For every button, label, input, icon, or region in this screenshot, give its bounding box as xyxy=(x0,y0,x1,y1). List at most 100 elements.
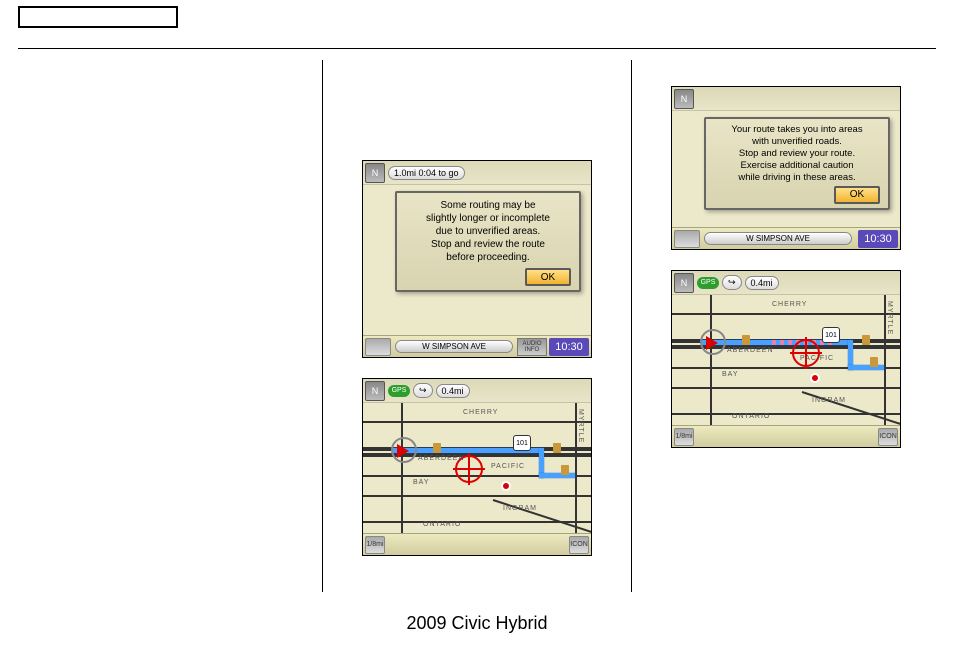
street-label: ABERDEEN xyxy=(727,347,774,354)
arrow-icon: ↪ xyxy=(722,275,742,290)
popup-line: with unverified roads. xyxy=(711,136,883,148)
street-name: W SIMPSON AVE xyxy=(704,232,852,245)
column-divider xyxy=(631,60,632,592)
street-label: CHERRY xyxy=(463,409,498,416)
popup-line: Some routing may be xyxy=(403,199,573,212)
poi-icon xyxy=(870,357,878,367)
icon-button[interactable]: ICON xyxy=(878,428,898,446)
street-label: ONTARIO xyxy=(423,521,461,528)
nav-bottom-bar: W SIMPSON AVE 10:30 xyxy=(672,227,900,249)
compass-icon: N xyxy=(674,89,694,109)
nav-top-bar: N 1.0mi 0:04 to go xyxy=(363,161,591,185)
nav-top-bar: N GPS ↪ 0.4mi xyxy=(672,271,900,295)
popup-line: before proceeding. xyxy=(403,251,573,264)
nav-bottom-bar: 1/8mi ICON xyxy=(672,425,900,447)
road xyxy=(672,387,900,389)
popup-line: Exercise additional caution xyxy=(711,160,883,172)
header-box xyxy=(18,6,178,28)
icon-button[interactable]: ICON xyxy=(569,536,589,554)
audio-info-button[interactable]: AUDIO INFO xyxy=(517,338,547,356)
compass-icon: N xyxy=(365,163,385,183)
street-label: BAY xyxy=(722,371,739,378)
street-label: INGRAM xyxy=(812,397,846,404)
gps-icon: GPS xyxy=(388,385,410,397)
route-line xyxy=(539,473,575,478)
nav-map-off: N GPS ↪ 0.4mi xyxy=(362,378,592,556)
column-1 xyxy=(18,60,318,592)
scale-button[interactable]: 1/8mi xyxy=(674,428,694,446)
clock: 10:30 xyxy=(549,338,589,356)
poi-icon xyxy=(561,465,569,475)
caution-popup: Some routing may be slightly longer or i… xyxy=(395,191,581,292)
nav-screen-on-popup: N Your route takes you into areas with u… xyxy=(671,86,901,250)
arrow-icon: ↪ xyxy=(413,383,433,398)
poi-icon xyxy=(742,335,750,345)
horizontal-rule xyxy=(18,48,936,49)
road xyxy=(710,295,712,425)
street-name: W SIMPSON AVE xyxy=(395,340,513,353)
footer-text: 2009 Civic Hybrid xyxy=(0,613,954,634)
distance-chip: 0.4mi xyxy=(436,384,470,398)
nav-bottom-bar: W SIMPSON AVE AUDIO INFO 10:30 xyxy=(363,335,591,357)
road xyxy=(363,495,591,497)
distance-chip: 1.0mi 0:04 to go xyxy=(388,166,465,180)
vehicle-arrow-icon xyxy=(706,336,718,350)
highway-shield: 101 xyxy=(513,435,531,451)
popup-line: Stop and review the route xyxy=(403,238,573,251)
crosshair-icon xyxy=(792,339,820,367)
compass-label: N xyxy=(681,94,688,104)
road xyxy=(363,421,591,423)
nav-bottom-bar: 1/8mi ICON xyxy=(363,533,591,555)
street-label: MYRTLE xyxy=(886,301,893,335)
popup-line: Stop and review your route. xyxy=(711,148,883,160)
popup-line: while driving in these areas. xyxy=(711,172,883,184)
street-label: ONTARIO xyxy=(732,413,770,420)
street-label: ABERDEEN xyxy=(418,455,465,462)
street-label: PACIFIC xyxy=(800,355,834,362)
column-divider xyxy=(322,60,323,592)
scale-box xyxy=(674,230,700,248)
nav-top-bar: N xyxy=(672,87,900,111)
compass-icon: N xyxy=(365,381,385,401)
poi-icon xyxy=(433,443,441,453)
scale-box xyxy=(365,338,391,356)
street-label: PACIFIC xyxy=(491,463,525,470)
column-2: N 1.0mi 0:04 to go Some routing may be s… xyxy=(327,60,627,592)
popup-line: slightly longer or incomplete xyxy=(403,212,573,225)
ok-button[interactable]: OK xyxy=(525,268,571,286)
popup-line: Your route takes you into areas xyxy=(711,124,883,136)
highway-shield: 101 xyxy=(822,327,840,343)
vehicle-arrow-icon xyxy=(397,444,409,458)
poi-icon xyxy=(862,335,870,345)
compass-label: N xyxy=(372,386,379,396)
road xyxy=(401,403,403,533)
route-line xyxy=(848,365,884,370)
street-label: CHERRY xyxy=(772,301,807,308)
column-3: N Your route takes you into areas with u… xyxy=(636,60,936,592)
nav-map-body: Your route takes you into areas with unv… xyxy=(672,111,900,227)
nav-map-body: 101 CHERRY ABERDEEN PACIFIC BAY INGRAM O… xyxy=(363,403,591,533)
destination-marker xyxy=(501,481,511,491)
nav-top-bar: N GPS ↪ 0.4mi xyxy=(363,379,591,403)
nav-map-on: N GPS ↪ 0.4mi xyxy=(671,270,901,448)
caution-popup: Your route takes you into areas with unv… xyxy=(704,117,890,210)
content-columns: N 1.0mi 0:04 to go Some routing may be s… xyxy=(18,60,936,592)
compass-icon: N xyxy=(674,273,694,293)
destination-marker xyxy=(810,373,820,383)
nav-screen-off-popup: N 1.0mi 0:04 to go Some routing may be s… xyxy=(362,160,592,358)
nav-map-body: 101 CHERRY ABERDEEN PACIFIC BAY INGRAM O… xyxy=(672,295,900,425)
popup-line: due to unverified areas. xyxy=(403,225,573,238)
gps-icon: GPS xyxy=(697,277,719,289)
poi-icon xyxy=(553,443,561,453)
road xyxy=(672,313,900,315)
street-label: MYRTLE xyxy=(577,409,584,443)
distance-chip: 0.4mi xyxy=(745,276,779,290)
ok-button[interactable]: OK xyxy=(834,186,880,204)
scale-button[interactable]: 1/8mi xyxy=(365,536,385,554)
compass-label: N xyxy=(372,168,379,178)
street-label: INGRAM xyxy=(503,505,537,512)
nav-map-body: Some routing may be slightly longer or i… xyxy=(363,185,591,335)
clock: 10:30 xyxy=(858,230,898,248)
compass-label: N xyxy=(681,278,688,288)
street-label: BAY xyxy=(413,479,430,486)
